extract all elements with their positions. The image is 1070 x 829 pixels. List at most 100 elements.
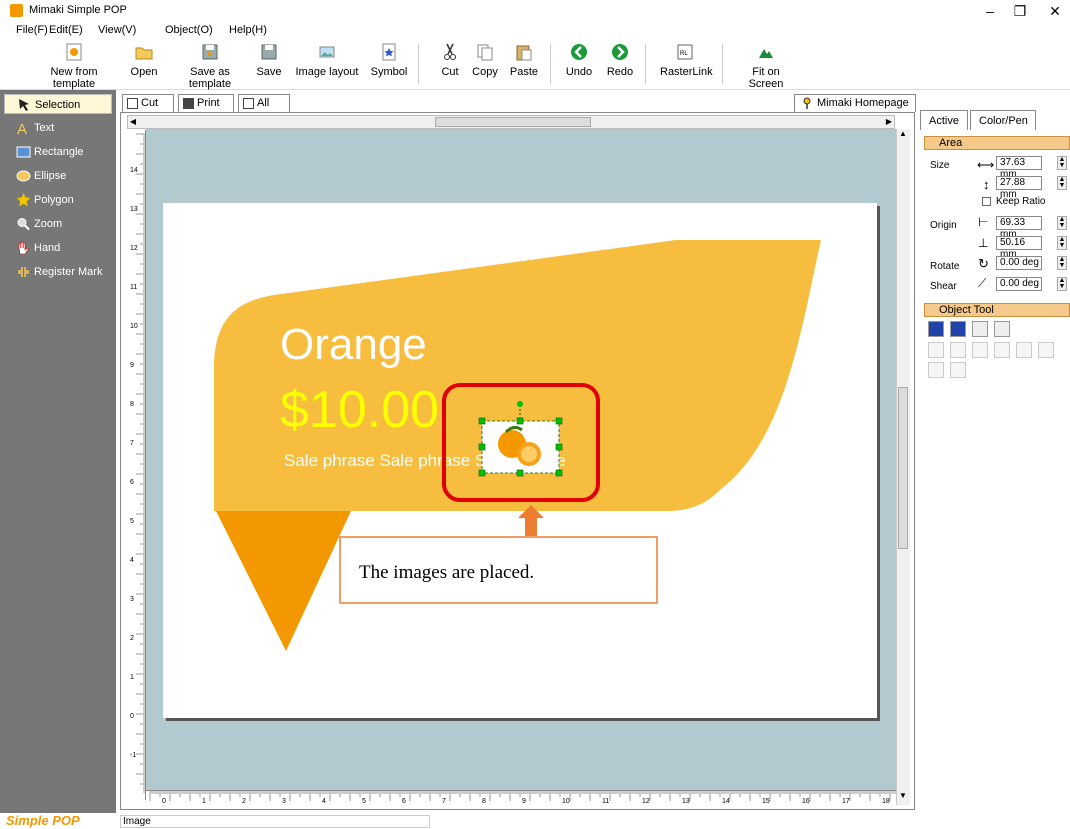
shear-label: Shear [930, 281, 957, 292]
menu-help[interactable]: Help(H) [229, 24, 267, 36]
align-left-icon[interactable] [928, 342, 944, 358]
tool-text[interactable]: A Text [4, 118, 112, 138]
align-middle-icon[interactable] [1016, 342, 1032, 358]
send-backward-icon[interactable] [972, 321, 988, 337]
scroll-up-icon[interactable]: ▲ [898, 129, 908, 141]
rotate-stepper[interactable]: ▲ ▼ [1057, 256, 1067, 270]
distribute-horizontal-icon[interactable] [928, 362, 944, 378]
rotation-handle[interactable] [517, 401, 523, 407]
tab-cut[interactable]: Cut [122, 94, 174, 112]
price-text[interactable]: $10.00 [280, 381, 439, 439]
origin-x-field[interactable]: 69.33 mm [996, 216, 1042, 240]
cut-button[interactable]: Cut [438, 42, 462, 78]
print-mode-icon [183, 98, 194, 109]
tab-active[interactable]: Active [920, 110, 968, 130]
text-icon: A [17, 121, 27, 135]
width-field[interactable]: 37.63 mm [996, 156, 1042, 180]
scroll-right-icon[interactable]: ▶ [884, 116, 894, 128]
rotate-label: Rotate [930, 261, 960, 272]
open-button[interactable]: Open [127, 42, 161, 78]
scroll-thumb[interactable] [435, 117, 591, 127]
title-text[interactable]: Orange [280, 320, 427, 369]
restore-button[interactable]: ❐ [1005, 2, 1035, 20]
tab-print[interactable]: Print [178, 94, 234, 112]
origin-x-stepper[interactable]: ▲ ▼ [1057, 216, 1067, 230]
scroll-down-icon[interactable]: ▼ [898, 791, 908, 803]
undo-button[interactable]: Undo [564, 42, 594, 78]
banner-tail[interactable] [216, 511, 351, 651]
origin-y-stepper[interactable]: ▲ ▼ [1057, 236, 1067, 250]
image-layout-button[interactable]: Image layout [295, 42, 359, 78]
horizontal-scrollbar[interactable]: ◀ ▶ [127, 115, 895, 129]
tool-polygon[interactable]: Polygon [4, 190, 112, 210]
save-button[interactable]: Save [254, 42, 284, 78]
height-stepper[interactable]: ▲ ▼ [1057, 176, 1067, 190]
tool-polygon-label: Polygon [34, 194, 74, 206]
origin-y-field[interactable]: 50.16 mm [996, 236, 1042, 260]
rasterlink-button[interactable]: RL RasterLink [660, 42, 713, 78]
align-center-icon[interactable] [950, 342, 966, 358]
ruler-label: 15 [762, 798, 770, 804]
paste-button[interactable]: Paste [509, 42, 539, 78]
ellipse-icon [16, 170, 31, 182]
rectangle-icon [16, 146, 31, 158]
shear-stepper[interactable]: ▲ ▼ [1057, 277, 1067, 291]
ruler-label: 3 [282, 798, 286, 804]
vertical-scroll-thumb[interactable] [898, 387, 908, 549]
scroll-left-icon[interactable]: ◀ [128, 116, 138, 128]
simple-pop-logo: Simple POP [6, 813, 80, 828]
close-button[interactable]: ✕ [1040, 2, 1070, 20]
document-tabs: Cut Print All Mimaki Homepage [116, 90, 916, 112]
object-tool-header[interactable]: Object Tool [924, 303, 1070, 317]
magnifier-icon [17, 218, 30, 231]
symbol-button[interactable]: Symbol [369, 42, 409, 78]
area-section-header[interactable]: Area [924, 136, 1070, 150]
send-to-back-icon[interactable] [994, 321, 1010, 337]
menu-file[interactable]: File(F) [16, 24, 48, 36]
paste-label: Paste [509, 66, 539, 78]
width-stepper[interactable]: ▲ ▼ [1057, 156, 1067, 170]
align-bottom-icon[interactable] [1038, 342, 1054, 358]
menu-view[interactable]: View(V) [98, 24, 136, 36]
align-right-icon[interactable] [972, 342, 988, 358]
image-layout-label: Image layout [295, 66, 359, 78]
tab-all[interactable]: All [238, 94, 290, 112]
ruler-label: 13 [130, 206, 138, 213]
bring-forward-icon[interactable] [950, 321, 966, 337]
ruler-label: 10 [130, 323, 138, 330]
bring-to-front-icon[interactable] [928, 321, 944, 337]
tool-ellipse[interactable]: Ellipse [4, 166, 112, 186]
tool-hand[interactable]: Hand [4, 238, 112, 258]
copy-button[interactable]: Copy [470, 42, 500, 78]
tool-rectangle-label: Rectangle [34, 146, 84, 158]
tab-color-pen[interactable]: Color/Pen [970, 110, 1036, 130]
rotate-field[interactable]: 0.00 deg [996, 256, 1042, 270]
ruler-label: 1 [130, 674, 134, 681]
save-template-icon [202, 44, 218, 60]
height-field[interactable]: 27.88 mm [996, 176, 1042, 200]
star-icon [16, 193, 31, 207]
vertical-scrollbar[interactable]: ▲ ▼ [896, 129, 910, 805]
ruler-label: 9 [130, 362, 134, 369]
minimize-button[interactable]: – [975, 2, 1005, 20]
distribute-vertical-icon[interactable] [950, 362, 966, 378]
tool-rectangle[interactable]: Rectangle [4, 142, 112, 162]
size-label: Size [930, 160, 950, 171]
ruler-label: 11 [130, 284, 137, 291]
open-label: Open [130, 66, 158, 78]
tool-zoom-label: Zoom [34, 218, 63, 230]
new-from-template-button[interactable]: New from template [28, 42, 120, 90]
tool-selection[interactable]: Selection [4, 94, 112, 114]
mimaki-homepage-link[interactable]: Mimaki Homepage [794, 94, 916, 112]
keep-ratio-checkbox[interactable] [982, 197, 991, 206]
tool-register-mark[interactable]: Register Mark [4, 262, 112, 282]
redo-button[interactable]: Redo [605, 42, 635, 78]
tool-zoom[interactable]: Zoom [4, 214, 112, 234]
fit-on-screen-button[interactable]: Fit on Screen [736, 42, 796, 90]
align-top-icon[interactable] [994, 342, 1010, 358]
menu-edit[interactable]: Edit(E) [49, 24, 83, 36]
undo-icon [571, 44, 587, 60]
shear-field[interactable]: 0.00 deg [996, 277, 1042, 291]
menu-object[interactable]: Object(O) [165, 24, 213, 36]
save-as-template-button[interactable]: Save as template [168, 42, 252, 90]
